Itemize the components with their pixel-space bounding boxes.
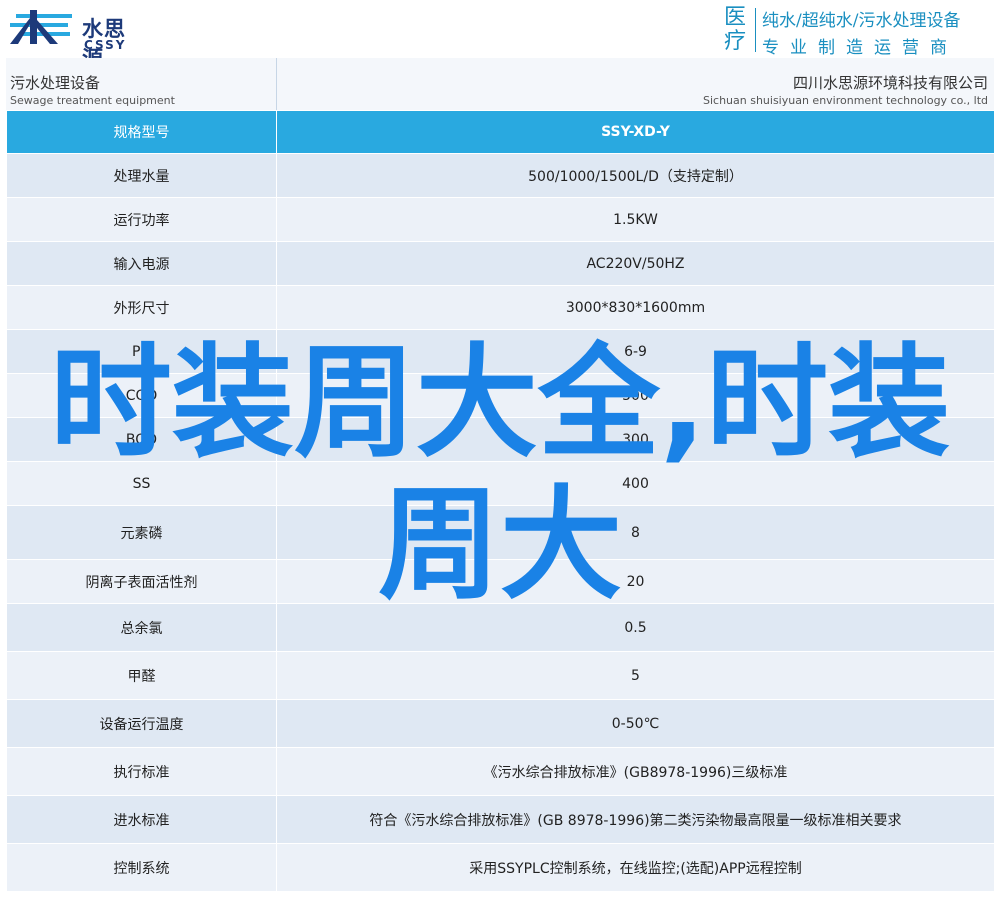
spec-row-value: 500/1000/1500L/D（支持定制） — [276, 153, 995, 198]
overlay-headline: 时装周大全,时装周大 — [49, 332, 951, 616]
spec-row-value: AC220V/50HZ — [276, 241, 995, 286]
spec-row-value: 采用SSYPLC控制系统，在线监控;(选配)APP远程控制 — [276, 843, 995, 892]
logo-english-text: CSSY — [84, 38, 127, 52]
spec-row-label: 执行标准 — [6, 747, 277, 796]
spec-row: 输入电源 AC220V/50HZ — [6, 241, 995, 286]
spec-header-model: SSY-XD-Y — [276, 110, 995, 154]
logo-mark-icon — [10, 10, 72, 44]
spec-row-label: 设备运行温度 — [6, 699, 277, 748]
tagline-slogan: 专业制造运营商 — [762, 38, 958, 58]
spec-row: 执行标准 《污水综合排放标准》(GB8978-1996)三级标准 — [6, 747, 995, 796]
spec-row-value: 符合《污水综合排放标准》(GB 8978-1996)第二类污染物最高限量一级标准… — [276, 795, 995, 844]
spec-header-row: 规格型号 SSY-XD-Y — [6, 110, 995, 154]
spec-row-value: 《污水综合排放标准》(GB8978-1996)三级标准 — [276, 747, 995, 796]
title-divider — [276, 58, 277, 110]
spec-row-label: 运行功率 — [6, 197, 277, 242]
spec-row: 控制系统 采用SSYPLC控制系统，在线监控;(选配)APP远程控制 — [6, 843, 995, 892]
spec-row-value: 1.5KW — [276, 197, 995, 242]
spec-row-value: 3000*830*1600mm — [276, 285, 995, 330]
spec-row-label: 甲醛 — [6, 651, 277, 700]
product-category-subtitle: Sewage treatment equipment — [10, 94, 175, 107]
spec-row: 外形尺寸 3000*830*1600mm — [6, 285, 995, 330]
page-header: 水思源 CSSY 医疗 纯水/超纯水/污水处理设备 专业制造运营商 — [0, 0, 1000, 71]
company-logo[interactable]: 水思源 CSSY — [6, 4, 146, 71]
document-title-bar: 污水处理设备 Sewage treatment equipment 四川水思源环… — [6, 58, 994, 110]
spec-row-label: 处理水量 — [6, 153, 277, 198]
spec-row: 设备运行温度 0-50℃ — [6, 699, 995, 748]
spec-row-value: 5 — [276, 651, 995, 700]
spec-row: 运行功率 1.5KW — [6, 197, 995, 242]
spec-row-label: 外形尺寸 — [6, 285, 277, 330]
spec-row-label: 进水标准 — [6, 795, 277, 844]
company-name-english: Sichuan shuisiyuan environment technolog… — [702, 94, 988, 107]
tagline-divider — [755, 8, 756, 52]
spec-row: 进水标准 符合《污水综合排放标准》(GB 8978-1996)第二类污染物最高限量… — [6, 795, 995, 844]
spec-row-label: 控制系统 — [6, 843, 277, 892]
tagline-badge: 医疗 — [724, 5, 747, 54]
company-name: 四川水思源环境科技有限公司 — [792, 74, 988, 92]
spec-header-label: 规格型号 — [6, 110, 277, 154]
tagline-products: 纯水/超纯水/污水处理设备 — [762, 11, 961, 31]
spec-row: 甲醛 5 — [6, 651, 995, 700]
spec-row-value: 0-50℃ — [276, 699, 995, 748]
spec-row-label: 输入电源 — [6, 241, 277, 286]
product-category-title: 污水处理设备 — [10, 74, 101, 92]
spec-row: 处理水量 500/1000/1500L/D（支持定制） — [6, 153, 995, 198]
